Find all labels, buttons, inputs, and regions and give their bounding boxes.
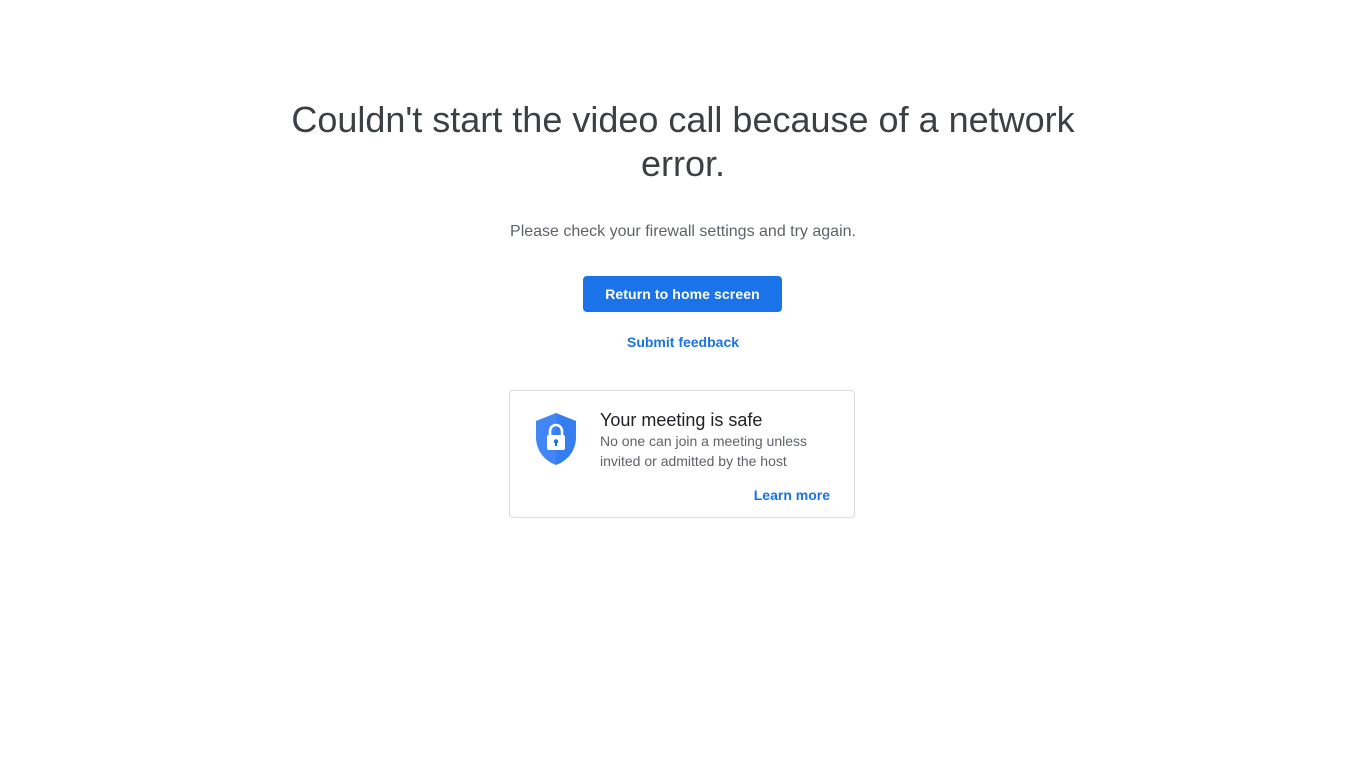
meeting-safe-card: Your meeting is safe No one can join a m…: [509, 390, 855, 518]
learn-more-link[interactable]: Learn more: [754, 485, 830, 505]
submit-feedback-link[interactable]: Submit feedback: [583, 332, 783, 352]
error-message: Please check your firewall settings and …: [510, 223, 856, 240]
error-page: Couldn't start the video call because of…: [0, 0, 1366, 768]
shield-lock-icon: [536, 413, 576, 465]
return-to-home-button[interactable]: Return to home screen: [583, 276, 782, 312]
card-description: No one can join a meeting unless invited…: [600, 433, 808, 469]
card-title: Your meeting is safe: [600, 410, 763, 430]
error-title: Couldn't start the video call because of…: [291, 99, 1075, 184]
